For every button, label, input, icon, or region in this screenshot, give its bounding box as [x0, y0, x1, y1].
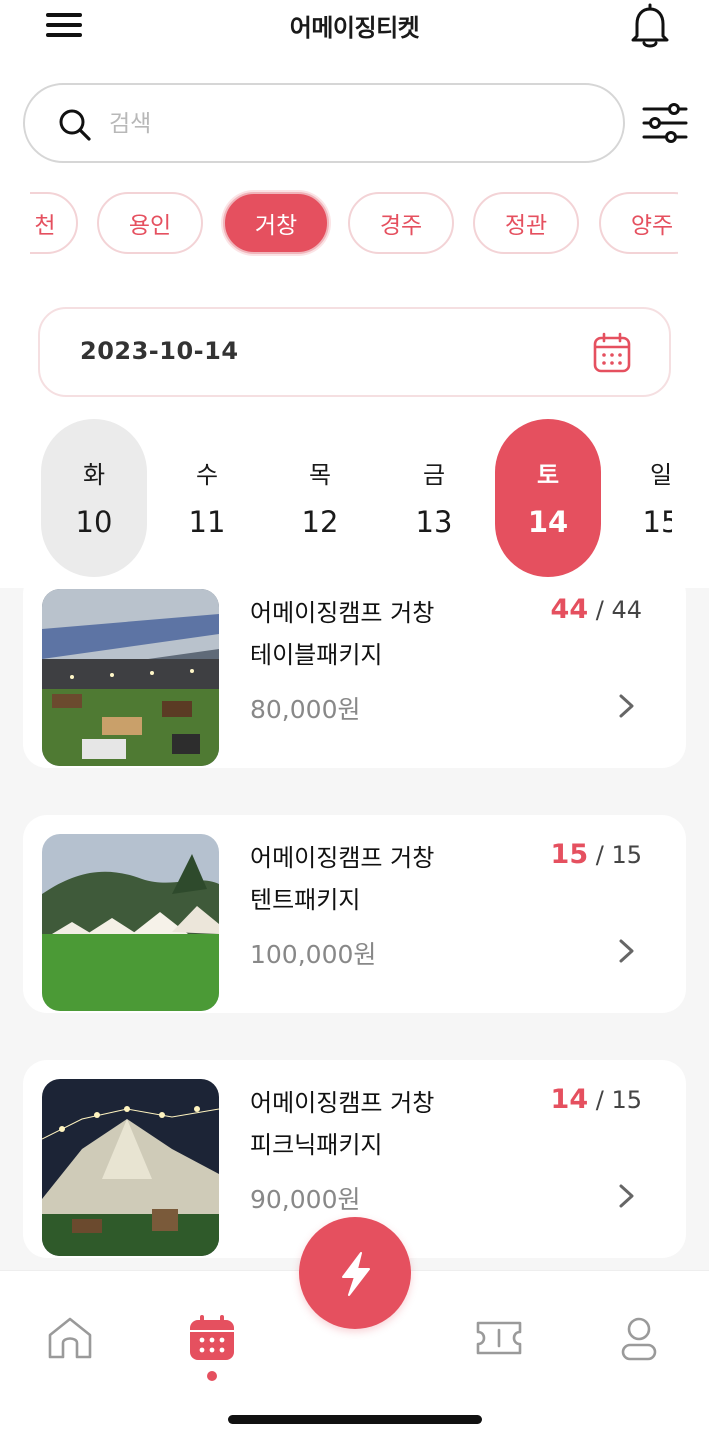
product-list: 어메이징캠프 거창 테이블패키지 80,000원 44 / 44 어메이징캠프 … — [0, 588, 709, 1270]
calendar-icon[interactable] — [187, 1313, 237, 1363]
day-item[interactable]: 목 12 — [267, 419, 373, 577]
day-item[interactable]: 수 11 — [154, 419, 260, 577]
product-card[interactable]: 어메이징캠프 거창 텐트패키지 100,000원 15 / 15 — [23, 815, 686, 1013]
product-title: 어메이징캠프 거창 피크닉패키지 — [250, 1089, 435, 1159]
chevron-right-icon[interactable] — [615, 935, 639, 967]
quick-action-button[interactable] — [299, 1217, 411, 1329]
region-chip-list: 천 용인 거창 경주 정관 양주 — [30, 190, 678, 256]
lightning-icon — [342, 1252, 370, 1296]
region-chip[interactable]: 경주 — [348, 192, 454, 254]
region-chip[interactable]: 정관 — [473, 192, 579, 254]
camp-tent-photo — [42, 834, 219, 1011]
product-price: 80,000원 — [250, 695, 361, 724]
ticket-icon[interactable] — [474, 1313, 524, 1363]
day-item-selected[interactable]: 토 14 — [495, 419, 601, 577]
home-indicator-bar — [228, 1415, 482, 1424]
filter-sliders-icon[interactable] — [641, 100, 689, 146]
camp-picnic-photo — [42, 1079, 219, 1256]
region-chip[interactable]: 천 — [30, 192, 78, 254]
app-header: 어메이징티켓 — [0, 0, 709, 60]
day-item-today[interactable]: 화 10 — [41, 419, 147, 577]
product-card[interactable]: 어메이징캠프 거창 테이블패키지 80,000원 44 / 44 — [23, 588, 686, 768]
availability-count: 14 / 15 — [550, 1084, 642, 1115]
camp-table-photo — [42, 589, 219, 766]
product-price: 90,000원 — [250, 1185, 361, 1214]
region-chip-selected[interactable]: 거창 — [223, 192, 329, 254]
region-chip[interactable]: 양주 — [599, 192, 678, 254]
chevron-right-icon[interactable] — [615, 1180, 639, 1212]
user-icon[interactable] — [614, 1313, 664, 1363]
notification-bell-icon[interactable] — [628, 2, 672, 50]
selected-date: 2023-10-14 — [80, 337, 239, 365]
active-indicator — [207, 1371, 217, 1381]
day-selector: 화 10 수 11 목 12 금 13 토 14 일 15 — [0, 419, 672, 579]
availability-count: 44 / 44 — [550, 594, 642, 625]
date-picker-field[interactable]: 2023-10-14 — [38, 307, 671, 397]
page-title: 어메이징티켓 — [289, 14, 420, 42]
home-icon[interactable] — [45, 1313, 95, 1363]
day-item[interactable]: 일 15 — [608, 419, 672, 577]
availability-count: 15 / 15 — [550, 839, 642, 870]
product-price: 100,000원 — [250, 940, 377, 969]
calendar-icon[interactable] — [592, 331, 632, 375]
search-icon — [57, 107, 93, 143]
search-bar[interactable] — [23, 83, 625, 163]
chevron-right-icon[interactable] — [615, 690, 639, 722]
day-item[interactable]: 금 13 — [381, 419, 487, 577]
search-input[interactable] — [109, 103, 589, 145]
region-chip[interactable]: 용인 — [97, 192, 203, 254]
product-title: 어메이징캠프 거창 테이블패키지 — [250, 599, 435, 669]
product-title: 어메이징캠프 거창 텐트패키지 — [250, 844, 435, 914]
